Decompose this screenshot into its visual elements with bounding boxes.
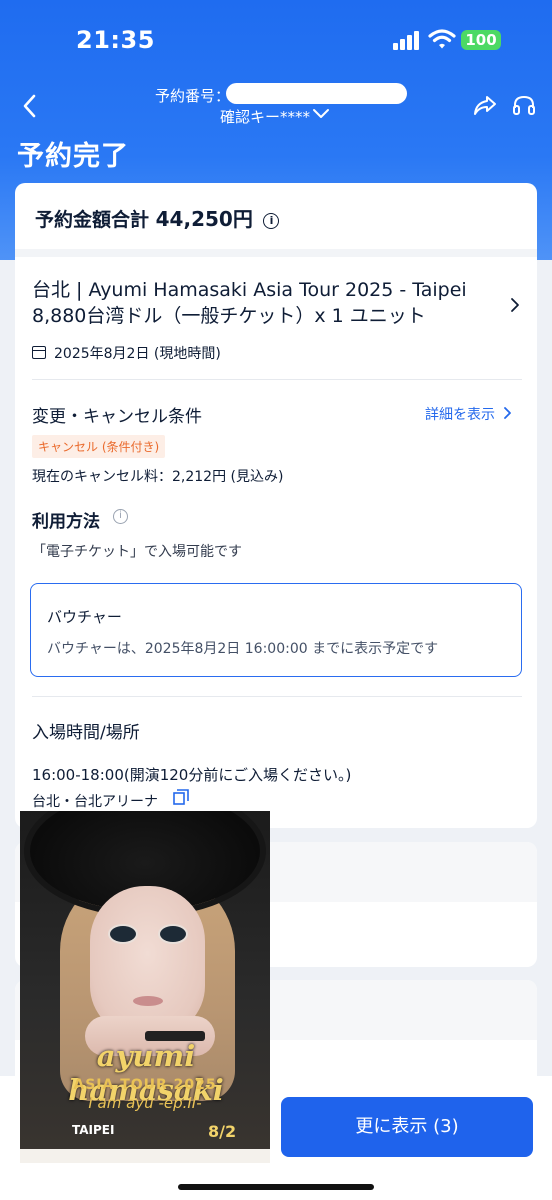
poster-tour-text: ASIA TOUR 2025	[73, 1077, 217, 1093]
status-bar: 21:35 100	[0, 0, 552, 80]
share-icon[interactable]	[473, 94, 497, 116]
voucher-title: バウチャー	[47, 608, 122, 626]
entry-heading: 入場時間/場所	[32, 723, 140, 743]
concert-poster-image: ayumi hamasaki ASIA TOUR 2025 I am ayu -…	[20, 811, 270, 1163]
info-icon[interactable]: i	[113, 509, 128, 524]
poster-city: TAIPEI	[72, 1123, 115, 1137]
cellular-signal-icon	[393, 30, 421, 50]
total-label: 予約金額合計	[35, 209, 150, 231]
booking-number-redacted	[226, 83, 407, 104]
copy-icon[interactable]	[173, 789, 189, 805]
booking-number-label: 予約番号：	[155, 87, 231, 105]
cancellation-badge: キャンセル (条件付き)	[32, 435, 166, 458]
home-indicator[interactable]	[178, 1184, 374, 1190]
cancellation-heading: 変更・キャンセル条件	[32, 407, 202, 427]
info-icon[interactable]: i	[263, 213, 280, 229]
chevron-right-icon[interactable]	[509, 296, 521, 314]
poster-eye	[110, 926, 136, 942]
voucher-box: バウチャー バウチャーは、2025年8月2日 16:00:00 までに表示予定で…	[30, 583, 522, 677]
view-details-label: 詳細を表示	[425, 407, 495, 423]
voucher-text: バウチャーは、2025年8月2日 16:00:00 までに表示予定です	[47, 641, 439, 657]
booking-card: 予約金額合計 44,250円 i 台北 | Ayumi Hamasaki Asi…	[15, 183, 537, 828]
event-title-line2: 8,880台湾ドル（一般チケット）x 1 ユニット	[32, 305, 426, 327]
chevron-right-icon	[504, 407, 512, 419]
event-date: 2025年8月2日 (現地時間)	[32, 343, 221, 363]
event-title-line1: 台北 | Ayumi Hamasaki Asia Tour 2025 - Tai…	[32, 279, 467, 301]
headset-support-icon[interactable]	[512, 94, 536, 118]
chevron-down-icon[interactable]	[312, 108, 330, 120]
usage-heading: 利用方法	[32, 512, 100, 532]
entry-place: 台北・台北アリーナ	[32, 794, 158, 810]
usage-text: 「電子チケット」で入場可能です	[32, 544, 242, 560]
calendar-icon	[32, 346, 46, 359]
battery-indicator: 100	[461, 30, 501, 50]
total-amount: 44,250円	[155, 207, 253, 231]
page-title: 予約完了	[17, 141, 129, 172]
entry-time: 16:00-18:00(開演120分前にご入場ください。)	[32, 766, 352, 784]
cancellation-fee: 現在のキャンセル料：2,212円 (見込み)	[32, 469, 284, 485]
poster-date: 8/2	[208, 1122, 237, 1141]
show-more-button[interactable]: 更に表示 (3)	[281, 1097, 533, 1157]
wifi-icon	[428, 29, 456, 49]
poster-eye	[160, 926, 186, 942]
poster-face	[90, 886, 205, 1036]
event-date-text: 2025年8月2日 (現地時間)	[54, 346, 221, 362]
poster-lips	[133, 996, 163, 1006]
poster-subtitle: I am ayu -ep.II-	[88, 1094, 202, 1112]
back-arrow-icon[interactable]	[18, 92, 42, 120]
divider	[32, 696, 522, 697]
confirmation-key[interactable]: 確認キー****	[220, 106, 310, 127]
divider	[32, 379, 522, 380]
event-title[interactable]: 台北 | Ayumi Hamasaki Asia Tour 2025 - Tai…	[32, 277, 502, 329]
section-divider	[15, 249, 537, 257]
nav-header: 予約番号： 確認キー****	[0, 80, 552, 136]
poster-sponsor-strip	[20, 1149, 270, 1163]
view-details-link[interactable]: 詳細を表示	[425, 404, 513, 424]
total-amount-row: 予約金額合計 44,250円 i	[35, 203, 280, 232]
status-time: 21:35	[76, 26, 155, 54]
